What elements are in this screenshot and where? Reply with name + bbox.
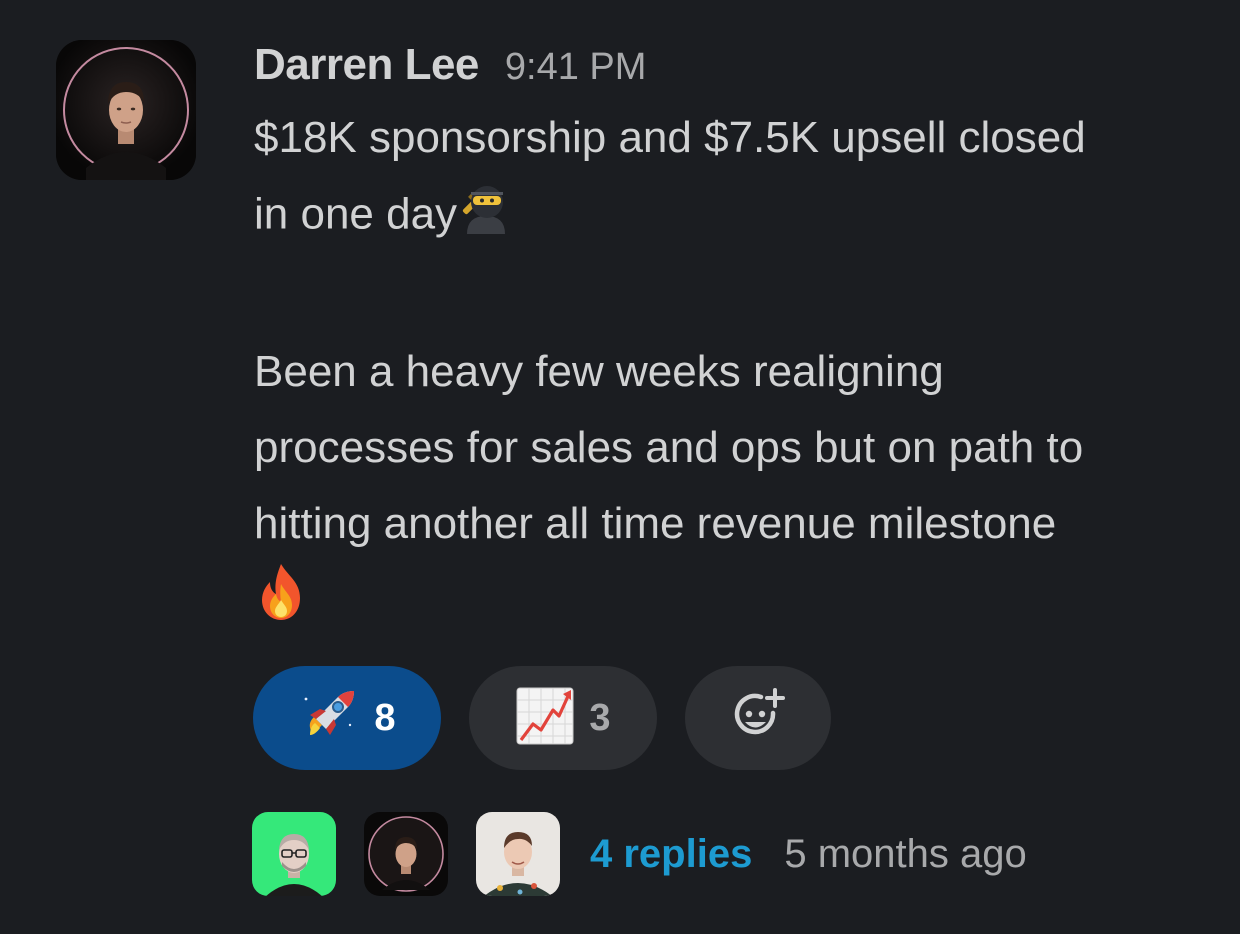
fire-emoji [254,562,308,646]
thread-summary[interactable]: 4 replies 5 months ago [252,812,1027,896]
avatar-photo [56,40,196,180]
message-body: $18K sponsorship and $7.5K upsell closed… [254,100,1214,646]
reaction-count: 8 [374,696,396,739]
message-line: Been a heavy few weeks realigning [254,347,944,396]
reaction-rocket[interactable]: 8 [253,666,441,770]
message-line: processes for sales and ops but on path … [254,423,1084,472]
message-line: hitting another all time revenue milesto… [254,499,1057,548]
reaction-chart-increasing[interactable]: 3 [469,666,657,770]
reaction-count: 3 [589,696,611,739]
timestamp[interactable]: 9:41 PM [505,46,647,89]
message-header: Darren Lee 9:41 PM [254,40,646,90]
ninja-emoji [457,176,515,258]
reply-avatar-3[interactable] [476,812,560,896]
chart-increasing-emoji [515,686,575,751]
message: Darren Lee 9:41 PM $18K sponsorship and … [0,0,1240,934]
reactions-bar: 8 3 [253,666,831,770]
author-name[interactable]: Darren Lee [254,40,479,90]
thread-last-reply: 5 months ago [784,831,1027,876]
rocket-emoji [298,685,360,752]
message-line: $18K sponsorship and $7.5K upsell closed [254,113,1086,162]
message-line-text: in one day [254,189,458,239]
message-line: in one day [254,176,1214,258]
message-line [254,562,1214,646]
reply-avatar-2[interactable] [364,812,448,896]
author-avatar[interactable] [56,40,196,180]
reply-avatar-1[interactable] [252,812,336,896]
add-reaction-icon [729,687,787,750]
add-reaction-button[interactable] [685,666,831,770]
thread-replies-link[interactable]: 4 replies [590,832,752,877]
